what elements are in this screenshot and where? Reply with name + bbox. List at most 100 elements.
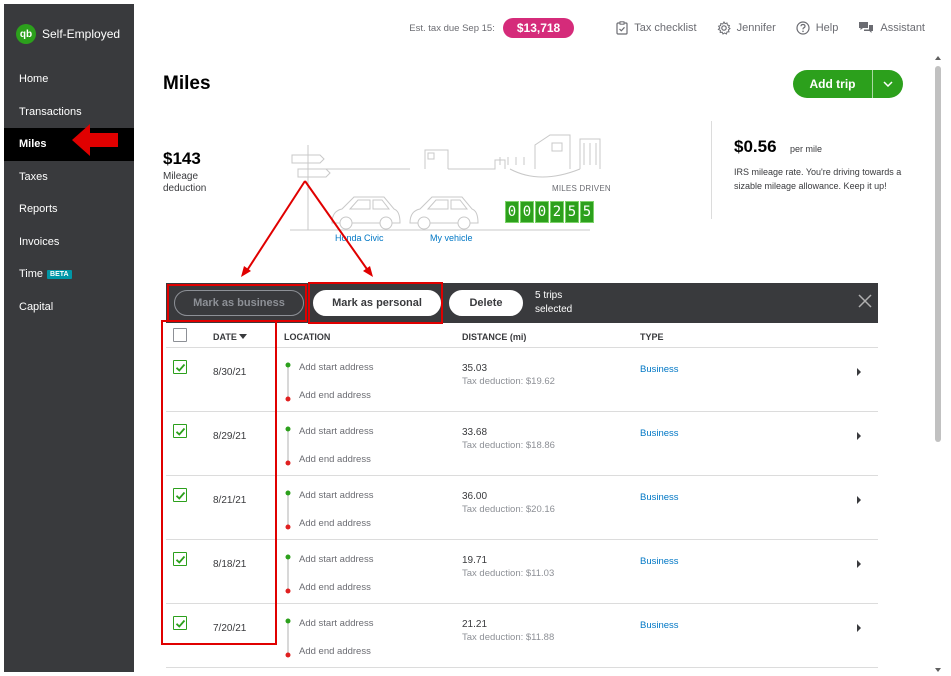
row-checkbox[interactable] <box>173 424 187 438</box>
trip-tax-deduction: Tax deduction: $19.62 <box>462 376 555 387</box>
check-icon <box>175 619 186 628</box>
user-menu[interactable]: Jennifer <box>717 21 776 35</box>
trip-distance: 36.00 <box>462 491 488 502</box>
add-start-address-link[interactable]: Add start address <box>299 554 373 565</box>
page-title: Miles <box>163 73 211 94</box>
mark-as-personal-button[interactable]: Mark as personal <box>313 290 441 316</box>
check-icon <box>175 491 186 500</box>
mark-as-business-button[interactable]: Mark as business <box>174 290 304 316</box>
odometer-digit: 0 <box>535 201 549 223</box>
add-start-address-link[interactable]: Add start address <box>299 490 373 501</box>
sidebar-item-transactions[interactable]: Transactions <box>4 96 134 129</box>
trip-date: 8/21/21 <box>213 495 247 506</box>
trip-tax-deduction: Tax deduction: $20.16 <box>462 504 555 515</box>
est-tax-label: Est. tax due Sep 15: <box>409 22 495 34</box>
scroll-thumb[interactable] <box>935 66 941 442</box>
row-checkbox[interactable] <box>173 552 187 566</box>
check-icon <box>175 555 186 564</box>
help-label: Help <box>815 22 839 34</box>
add-start-address-link[interactable]: Add start address <box>299 618 373 629</box>
chevron-right-icon[interactable] <box>856 560 862 568</box>
add-end-address-link[interactable]: Add end address <box>299 582 371 593</box>
sidebar-item-label: Capital <box>19 300 54 313</box>
route-line-icon <box>285 618 291 658</box>
assistant-link[interactable]: Assistant <box>858 21 925 35</box>
sidebar-item-time[interactable]: Time BETA <box>4 258 134 291</box>
chevron-right-icon[interactable] <box>856 624 862 632</box>
brand-name: Self-Employed <box>42 27 121 41</box>
tax-checklist-label: Tax checklist <box>634 22 697 34</box>
sidebar: qb Self-Employed Home Transactions Miles… <box>4 4 134 672</box>
add-trip-label[interactable]: Add trip <box>793 70 873 98</box>
chevron-right-icon[interactable] <box>856 368 862 376</box>
trip-type-link[interactable]: Business <box>640 556 679 567</box>
help-circle-icon <box>796 21 810 35</box>
odometer-digit: 2 <box>550 201 564 223</box>
table-row[interactable]: 7/20/21 Add start address Add end address 2… <box>166 604 878 668</box>
row-checkbox[interactable] <box>173 488 187 502</box>
table-row[interactable]: 8/29/21 Add start address Add end address 3… <box>166 412 878 476</box>
route-line-icon <box>285 426 291 466</box>
vehicle-link-my-vehicle[interactable]: My vehicle <box>430 233 473 243</box>
scroll-up-arrow-icon[interactable] <box>934 54 942 62</box>
trip-distance: 21.21 <box>462 619 488 630</box>
scroll-down-arrow-icon[interactable] <box>934 666 942 674</box>
add-trip-dropdown-toggle[interactable] <box>873 81 903 87</box>
sidebar-item-label: Time <box>19 268 44 281</box>
close-icon[interactable] <box>858 294 872 308</box>
trip-tax-deduction: Tax deduction: $11.03 <box>462 568 555 579</box>
odometer-digit: 0 <box>520 201 534 223</box>
table-row[interactable]: 8/18/21 Add start address Add end address 1… <box>166 540 878 604</box>
add-end-address-link[interactable]: Add end address <box>299 646 371 657</box>
trip-distance: 33.68 <box>462 427 488 438</box>
column-header-date[interactable]: DATE <box>213 332 248 342</box>
add-end-address-link[interactable]: Add end address <box>299 390 371 401</box>
sidebar-item-reports[interactable]: Reports <box>4 193 134 226</box>
irs-rate-amount: $0.56 <box>734 137 777 156</box>
sidebar-item-miles[interactable]: Miles <box>4 128 134 161</box>
sidebar-item-label: Reports <box>19 203 58 216</box>
column-header-distance: DISTANCE (mi) <box>462 332 527 342</box>
add-start-address-link[interactable]: Add start address <box>299 362 373 373</box>
select-all-checkbox[interactable] <box>173 328 187 342</box>
trip-tax-deduction: Tax deduction: $11.88 <box>462 632 555 643</box>
sidebar-item-invoices[interactable]: Invoices <box>4 226 134 259</box>
tax-checklist-link[interactable]: Tax checklist <box>616 21 697 35</box>
chevron-right-icon[interactable] <box>856 432 862 440</box>
table-row[interactable]: 8/21/21 Add start address Add end address 3… <box>166 476 878 540</box>
brand[interactable]: qb Self-Employed <box>16 24 120 44</box>
chevron-down-icon <box>883 81 893 87</box>
odometer-digit: 5 <box>565 201 579 223</box>
help-link[interactable]: Help <box>796 21 839 35</box>
irs-rate-description: IRS mileage rate. You're driving towards… <box>734 167 902 191</box>
trip-tax-deduction: Tax deduction: $18.86 <box>462 440 555 451</box>
mileage-deduction-amount: $143 <box>163 149 201 168</box>
route-line-icon <box>285 490 291 530</box>
trip-type-link[interactable]: Business <box>640 364 679 375</box>
sidebar-item-taxes[interactable]: Taxes <box>4 161 134 194</box>
add-end-address-link[interactable]: Add end address <box>299 518 371 529</box>
chat-bubbles-icon <box>859 22 874 33</box>
row-checkbox[interactable] <box>173 616 187 630</box>
scrollbar[interactable] <box>933 54 943 676</box>
delete-button[interactable]: Delete <box>449 290 523 316</box>
route-line-icon <box>285 554 291 594</box>
add-start-address-link[interactable]: Add start address <box>299 426 373 437</box>
odometer: 0 0 0 2 5 5 <box>505 201 595 223</box>
est-tax-amount-badge[interactable]: $13,718 <box>502 18 575 38</box>
add-trip-button[interactable]: Add trip <box>793 70 903 98</box>
vehicle-link-honda-civic[interactable]: Honda Civic <box>335 233 384 243</box>
row-checkbox[interactable] <box>173 360 187 374</box>
sidebar-item-label: Home <box>19 73 49 86</box>
table-row[interactable]: 8/30/21 Add start address Add end address 3… <box>166 348 878 412</box>
sidebar-item-home[interactable]: Home <box>4 63 134 96</box>
add-end-address-link[interactable]: Add end address <box>299 454 371 465</box>
trip-type-link[interactable]: Business <box>640 620 679 631</box>
chevron-right-icon[interactable] <box>856 496 862 504</box>
bulk-action-bar: Mark as business Mark as personal Delete… <box>166 283 878 323</box>
table-header: DATE LOCATION DISTANCE (mi) TYPE <box>166 323 878 348</box>
top-bar: Est. tax due Sep 15: $13,718 Tax checkli… <box>409 18 925 38</box>
trip-type-link[interactable]: Business <box>640 492 679 503</box>
sidebar-item-capital[interactable]: Capital <box>4 291 134 324</box>
trip-type-link[interactable]: Business <box>640 428 679 439</box>
